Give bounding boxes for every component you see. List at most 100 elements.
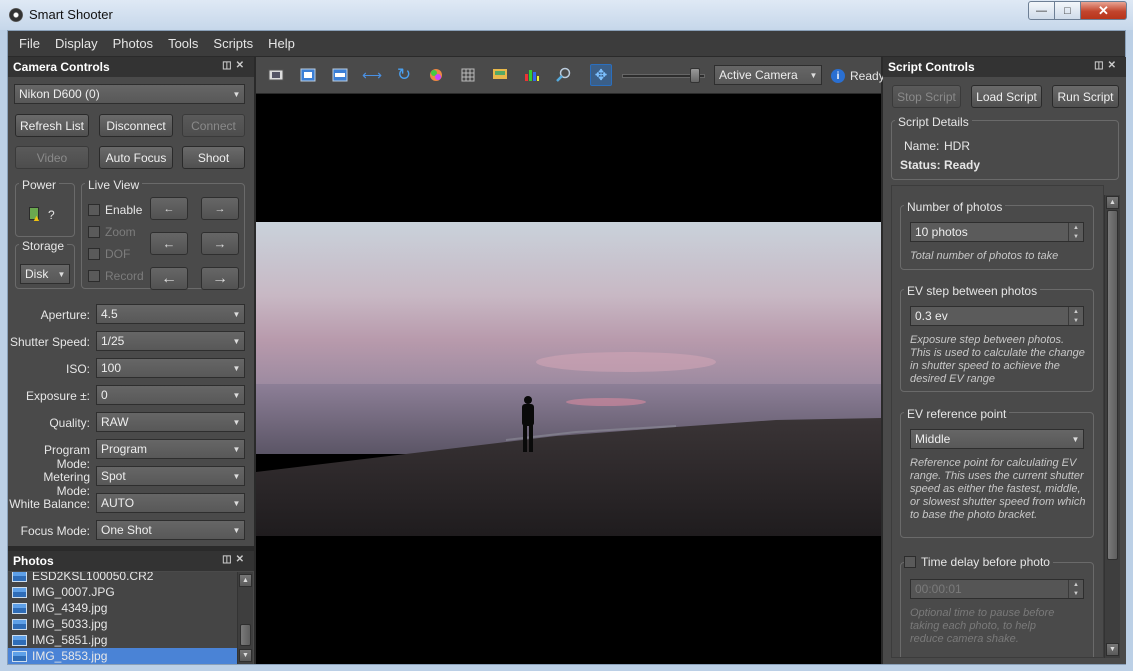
quality-select[interactable]: RAW ▼: [96, 412, 245, 432]
chevron-down-icon: ▼: [232, 363, 241, 373]
close-button[interactable]: ✕: [1081, 1, 1127, 20]
iso-label: ISO:: [65, 362, 90, 376]
chevron-down-icon: ▼: [809, 70, 818, 80]
list-item[interactable]: IMG_5851.jpg: [8, 632, 237, 648]
zoom-icon[interactable]: [553, 64, 575, 86]
menu-display[interactable]: Display: [55, 36, 98, 51]
chevron-down-icon: ▼: [232, 417, 241, 427]
zoom-slider[interactable]: [622, 68, 705, 83]
menu-tools[interactable]: Tools: [168, 36, 198, 51]
live-view-dof-checkbox[interactable]: DOF: [88, 247, 130, 261]
metering-mode-select[interactable]: Spot ▼: [96, 466, 245, 486]
float-icon[interactable]: ◫: [222, 60, 235, 71]
image-file-icon: [12, 650, 27, 662]
active-camera-select[interactable]: Active Camera ▼: [714, 65, 822, 85]
image-file-icon: [12, 618, 27, 630]
float-icon[interactable]: ◫: [222, 554, 235, 565]
photos-header: Photos ◫✕: [8, 551, 254, 571]
chevron-down-icon: ▼: [232, 390, 241, 400]
exposure-label: Exposure ±:: [26, 389, 90, 403]
connect-button[interactable]: Connect: [182, 114, 245, 137]
chevron-down-icon: ▼: [232, 336, 241, 346]
load-script-button[interactable]: Load Script: [971, 85, 1042, 108]
video-button[interactable]: Video: [15, 146, 89, 169]
fit-window-icon[interactable]: [297, 64, 319, 86]
camera-select[interactable]: Nikon D600 (0) ▼: [14, 84, 245, 104]
image-file-icon: [12, 634, 27, 646]
minimize-button[interactable]: —: [1028, 1, 1055, 20]
info-icon: i: [831, 69, 845, 83]
run-script-button[interactable]: Run Script: [1052, 85, 1119, 108]
shutter-speed-select[interactable]: 1/25 ▼: [96, 331, 245, 351]
close-icon[interactable]: ✕: [1108, 60, 1120, 71]
color-icon[interactable]: [425, 64, 447, 86]
focus-near-large-button[interactable]: ←: [150, 267, 188, 290]
shoot-button[interactable]: Shoot: [182, 146, 245, 169]
num-photos-spinner[interactable]: 10 photos ▲ ▼: [910, 222, 1084, 242]
maximize-button[interactable]: □: [1055, 1, 1081, 20]
ev-reference-select[interactable]: Middle ▼: [910, 429, 1084, 449]
iso-select[interactable]: 100 ▼: [96, 358, 245, 378]
num-photos-title: Number of photos: [904, 200, 1006, 214]
menu-scripts[interactable]: Scripts: [213, 36, 253, 51]
scroll-up-icon[interactable]: ▲: [1106, 196, 1119, 209]
list-item[interactable]: IMG_0007.JPG: [8, 584, 237, 600]
list-item[interactable]: IMG_4349.jpg: [8, 600, 237, 616]
film-icon[interactable]: [265, 64, 287, 86]
auto-focus-button[interactable]: Auto Focus: [99, 146, 173, 169]
menu-bar: File Display Photos Tools Scripts Help: [8, 31, 1125, 56]
focus-far-large-button[interactable]: →: [201, 267, 239, 290]
stop-script-button[interactable]: Stop Script: [892, 85, 961, 108]
scroll-down-icon[interactable]: ▼: [239, 649, 252, 662]
close-icon[interactable]: ✕: [236, 60, 248, 71]
live-view-zoom-checkbox[interactable]: Zoom: [88, 225, 136, 239]
image-viewer[interactable]: [256, 94, 881, 664]
ev-step-spinner[interactable]: 0.3 ev ▲ ▼: [910, 306, 1084, 326]
focus-mode-select[interactable]: One Shot ▼: [96, 520, 245, 540]
menu-file[interactable]: File: [19, 36, 40, 51]
script-name-label: Name:: [904, 139, 940, 153]
live-view-record-checkbox[interactable]: Record: [88, 269, 144, 283]
ev-step-hint: Exposure step between photos. This is us…: [910, 334, 1085, 385]
script-controls-panel: Script Controls ◫✕ Stop Script Load Scri…: [883, 57, 1126, 664]
grid-icon[interactable]: [457, 64, 479, 86]
photo-list-scrollbar[interactable]: ▲ ▼: [237, 572, 253, 664]
focus-far-small-button[interactable]: →: [201, 197, 239, 220]
close-icon[interactable]: ✕: [236, 554, 248, 565]
menu-help[interactable]: Help: [268, 36, 295, 51]
zoom-slider-handle[interactable]: [690, 68, 700, 83]
image-file-icon: [12, 572, 27, 582]
refresh-list-button[interactable]: Refresh List: [15, 114, 89, 137]
script-name-value: HDR: [944, 139, 970, 153]
program-mode-select[interactable]: Program ▼: [96, 439, 245, 459]
storage-select[interactable]: Disk ▼: [20, 264, 70, 284]
aperture-select[interactable]: 4.5 ▼: [96, 304, 245, 324]
menu-photos[interactable]: Photos: [113, 36, 153, 51]
live-view-enable-checkbox[interactable]: Enable: [88, 203, 142, 217]
focus-mode-label: Focus Mode:: [20, 524, 90, 538]
histogram-icon[interactable]: [521, 64, 543, 86]
white-balance-label: White Balance:: [9, 497, 90, 511]
time-delay-checkbox[interactable]: Time delay before photo: [904, 555, 1053, 569]
disconnect-button[interactable]: Disconnect: [99, 114, 173, 137]
fit-width-icon[interactable]: ⟷: [361, 64, 383, 86]
focus-far-medium-button[interactable]: →: [201, 232, 239, 255]
rotate-icon[interactable]: ↻: [393, 64, 415, 86]
scroll-thumb[interactable]: [240, 624, 251, 646]
scroll-thumb[interactable]: [1107, 210, 1118, 560]
focus-near-medium-button[interactable]: ←: [150, 232, 188, 255]
scroll-up-icon[interactable]: ▲: [239, 574, 252, 587]
white-balance-select[interactable]: AUTO ▼: [96, 493, 245, 513]
exposure-select[interactable]: 0 ▼: [96, 385, 245, 405]
focus-near-small-button[interactable]: ←: [150, 197, 188, 220]
overlay-icon[interactable]: [489, 64, 511, 86]
list-item[interactable]: ESD2KSL100050.CR2: [8, 572, 237, 584]
float-icon[interactable]: ◫: [1094, 60, 1107, 71]
script-settings-scrollbar[interactable]: ▲ ▼: [1104, 195, 1120, 658]
time-delay-spinner[interactable]: 00:00:01 ▲ ▼: [910, 579, 1084, 599]
fill-window-icon[interactable]: [329, 64, 351, 86]
scroll-down-icon[interactable]: ▼: [1106, 643, 1119, 656]
pan-icon[interactable]: ✥: [590, 64, 612, 86]
list-item-selected[interactable]: IMG_5853.jpg: [8, 648, 237, 664]
list-item[interactable]: IMG_5033.jpg: [8, 616, 237, 632]
